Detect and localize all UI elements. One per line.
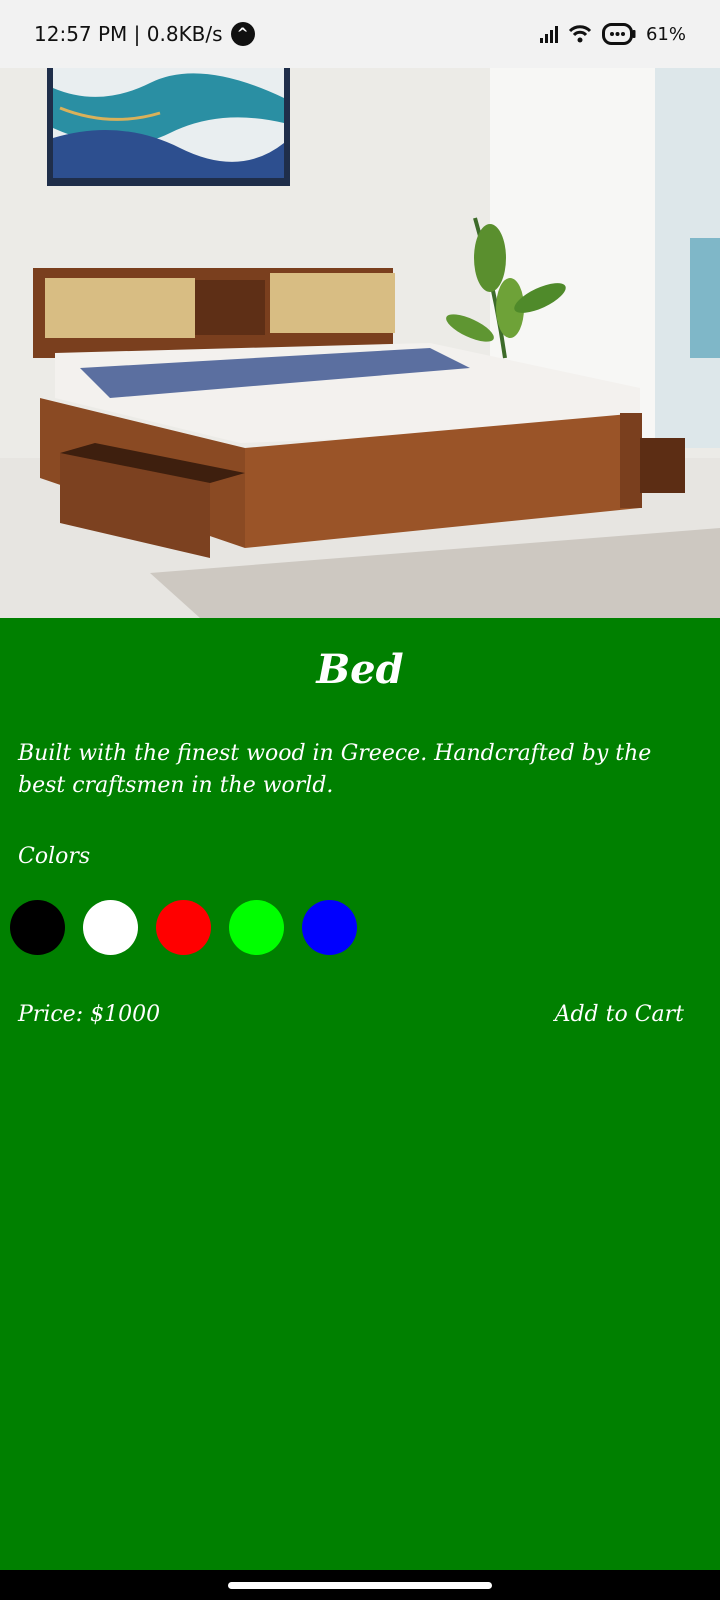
color-swatch-green[interactable] xyxy=(229,900,284,955)
status-time: 12:57 PM | 0.8KB/s xyxy=(34,22,223,46)
product-description: Built with the finest wood in Greece. Ha… xyxy=(18,741,652,798)
navigation-icon: ^ xyxy=(230,22,255,46)
product-title: Bed xyxy=(316,646,404,693)
color-swatch-black[interactable] xyxy=(10,900,65,955)
color-swatch-blue[interactable] xyxy=(302,900,357,955)
signal-icon xyxy=(539,25,558,43)
product-details: Bed Built with the finest wood in Greece… xyxy=(0,618,720,1570)
status-left: 12:57 PM | 0.8KB/s ^ xyxy=(34,22,255,46)
status-right: 61% xyxy=(539,23,686,45)
color-swatches xyxy=(10,900,357,955)
color-swatch-white[interactable] xyxy=(83,900,138,955)
product-image xyxy=(0,68,720,618)
colors-label: Colors xyxy=(18,844,91,869)
color-swatch-red[interactable] xyxy=(156,900,211,955)
bed-illustration xyxy=(0,68,720,618)
wifi-icon xyxy=(568,24,592,44)
system-navigation-bar xyxy=(0,1570,720,1600)
home-indicator[interactable] xyxy=(228,1582,492,1589)
status-bar: 12:57 PM | 0.8KB/s ^ 61% xyxy=(0,0,720,68)
battery-icon xyxy=(601,23,636,45)
battery-percent: 61% xyxy=(645,23,686,45)
product-price: Price: $1000 xyxy=(18,1002,161,1027)
add-to-cart-button[interactable]: Add to Cart xyxy=(555,1002,684,1027)
